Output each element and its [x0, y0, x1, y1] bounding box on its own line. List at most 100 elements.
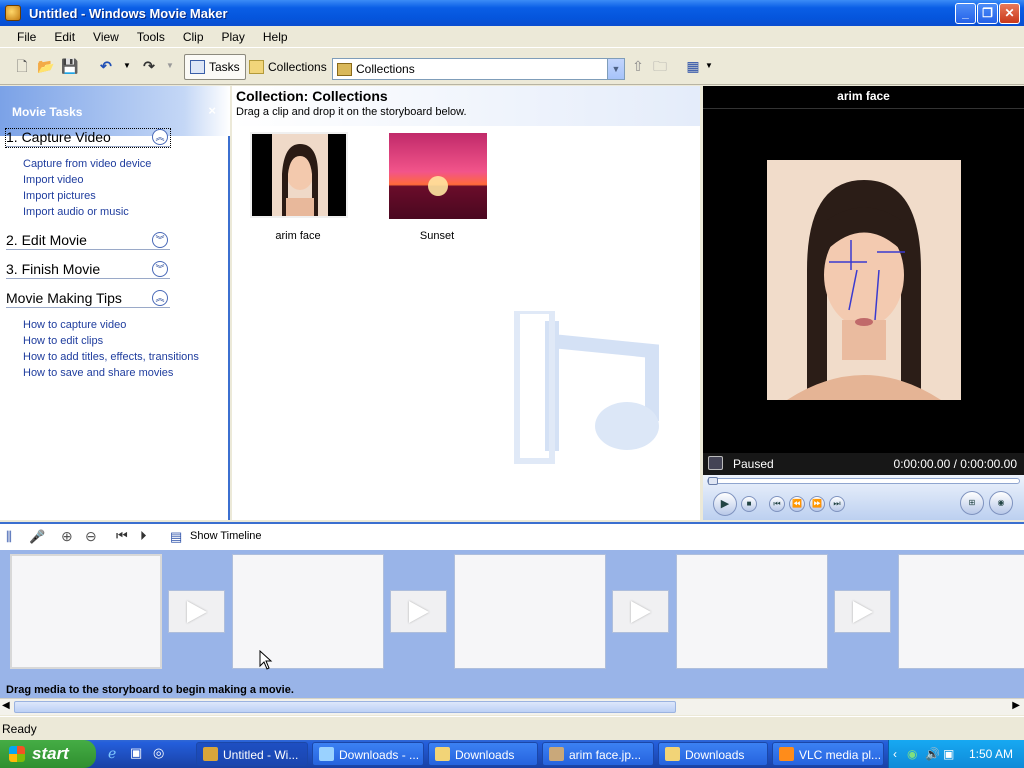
section-edit-movie[interactable]: 2. Edit Movie — [6, 232, 170, 250]
storyboard-slot[interactable] — [10, 554, 162, 669]
next-frame-icon[interactable]: ⏭ — [829, 496, 845, 512]
rewind-storyboard-icon[interactable]: ⏮ — [116, 528, 128, 544]
chevron-down-icon[interactable]: ︾ — [152, 232, 168, 248]
clip-thumbnail-sunset[interactable] — [389, 133, 487, 219]
menu-tools[interactable]: Tools — [128, 30, 174, 44]
rewind-icon[interactable]: ⏪ — [789, 496, 805, 512]
storyboard-scrollbar[interactable]: ◀ ▶ — [0, 698, 1024, 715]
menu-edit[interactable]: Edit — [45, 30, 84, 44]
link-how-capture[interactable]: How to capture video — [23, 319, 126, 331]
taskbar-item-movie-maker[interactable]: Untitled - Wi... — [196, 742, 308, 766]
split-clip-icon[interactable]: ⊞ — [960, 491, 984, 515]
image-viewer-icon — [549, 747, 564, 761]
scroll-left-icon[interactable]: ◀ — [2, 700, 10, 711]
face-photo-image — [272, 134, 328, 216]
menu-file[interactable]: File — [8, 30, 45, 44]
seek-thumb[interactable] — [708, 477, 718, 485]
transition-slot[interactable] — [168, 590, 225, 633]
save-project-icon[interactable]: 💾 — [61, 57, 79, 75]
show-timeline-button[interactable]: Show Timeline — [190, 530, 262, 542]
clip-caption: arim face — [275, 230, 321, 242]
link-capture-from-device[interactable]: Capture from video device — [23, 158, 151, 170]
sunset-photo-image — [428, 176, 448, 196]
chevron-up-icon[interactable]: ︽ — [152, 290, 168, 306]
section-capture-video[interactable]: 1. Capture Video — [5, 128, 171, 148]
transition-slot[interactable] — [834, 590, 891, 633]
transition-slot[interactable] — [390, 590, 447, 633]
set-audio-levels-icon[interactable]: ⫼ — [6, 529, 12, 545]
undo-icon[interactable]: ↶ — [97, 57, 115, 75]
up-one-level-icon[interactable]: ⇧ — [629, 57, 647, 75]
narrate-timeline-icon[interactable]: 🎤 — [29, 529, 45, 545]
open-project-icon[interactable]: 📂 — [37, 57, 55, 75]
tasks-button[interactable]: Tasks — [184, 54, 246, 80]
undo-dropdown-icon[interactable]: ▼ — [118, 57, 136, 75]
chevron-down-icon[interactable]: ▼ — [607, 59, 624, 79]
link-how-titles[interactable]: How to add titles, effects, transitions — [23, 351, 199, 363]
taskbar-item-downloads-folder-2[interactable]: Downloads — [658, 742, 768, 766]
storyboard-slot[interactable] — [232, 554, 384, 669]
transition-slot[interactable] — [612, 590, 669, 633]
task-label: Downloads — [455, 748, 515, 762]
folder-icon — [249, 60, 264, 74]
new-project-icon[interactable]: 🗋 — [13, 57, 31, 75]
monitor-icon[interactable] — [708, 456, 723, 470]
collection-heading: Collection: Collections — [236, 88, 388, 104]
seek-bar[interactable] — [707, 477, 1020, 485]
section-movie-making-tips[interactable]: Movie Making Tips — [6, 290, 170, 308]
menu-bar: File Edit View Tools Clip Play Help — [0, 26, 1024, 48]
views-dropdown-icon[interactable]: ▼ — [700, 57, 718, 75]
tray-expand-icon[interactable]: ‹ — [893, 740, 897, 768]
link-how-edit[interactable]: How to edit clips — [23, 335, 103, 347]
scroll-thumb[interactable] — [14, 701, 676, 713]
taskbar-item-arim-face[interactable]: arim face.jp... — [542, 742, 654, 766]
collection-subtitle: Drag a clip and drop it on the storyboar… — [236, 106, 467, 118]
media-player-icon[interactable]: ◎ — [153, 745, 164, 761]
storyboard-slot[interactable] — [898, 554, 1024, 669]
minimize-button[interactable]: _ — [955, 3, 976, 24]
redo-icon[interactable]: ↷ — [140, 57, 158, 75]
scroll-right-icon[interactable]: ▶ — [1012, 700, 1020, 711]
new-collection-folder-icon[interactable]: 🗀 — [651, 57, 669, 75]
link-how-save[interactable]: How to save and share movies — [23, 367, 173, 379]
internet-explorer-icon[interactable]: ℯ — [108, 745, 116, 762]
clock[interactable]: 1:50 AM — [969, 740, 1013, 768]
chevron-up-icon[interactable]: ︽ — [152, 129, 168, 145]
menu-play[interactable]: Play — [213, 30, 254, 44]
start-button[interactable]: start — [0, 740, 96, 768]
menu-clip[interactable]: Clip — [174, 30, 213, 44]
link-import-audio[interactable]: Import audio or music — [23, 206, 129, 218]
zoom-in-icon[interactable]: ⊕ — [61, 528, 73, 545]
taskbar-item-downloads-browser[interactable]: Downloads - ... — [312, 742, 424, 766]
menu-help[interactable]: Help — [254, 30, 297, 44]
play-icon[interactable]: ▶ — [713, 492, 737, 516]
close-pane-icon[interactable]: × — [208, 103, 216, 118]
stop-icon[interactable]: ■ — [741, 496, 757, 512]
maximize-button[interactable]: ❐ — [977, 3, 998, 24]
previous-frame-icon[interactable]: ⏮ — [769, 496, 785, 512]
taskbar-item-downloads-folder[interactable]: Downloads — [428, 742, 538, 766]
clip-thumbnail-arim-face[interactable] — [250, 132, 348, 218]
link-import-pictures[interactable]: Import pictures — [23, 190, 96, 202]
movie-maker-app-icon[interactable] — [5, 5, 21, 21]
play-storyboard-icon[interactable]: ⏵ — [140, 528, 147, 544]
redo-dropdown-icon[interactable]: ▼ — [161, 57, 179, 75]
network-tray-icon[interactable]: ◉ — [907, 740, 917, 768]
section-finish-movie[interactable]: 3. Finish Movie — [6, 261, 170, 279]
close-button[interactable]: ✕ — [999, 3, 1020, 24]
take-picture-icon[interactable]: ◉ — [989, 491, 1013, 515]
collections-dropdown[interactable]: Collections ▼ — [332, 58, 625, 80]
zoom-out-icon[interactable]: ⊖ — [85, 528, 97, 545]
menu-view[interactable]: View — [84, 30, 128, 44]
taskbar-item-vlc[interactable]: VLC media pl... — [772, 742, 884, 766]
preview-face-image — [767, 160, 961, 400]
volume-tray-icon[interactable]: 🔊 — [925, 740, 940, 768]
forward-icon[interactable]: ⏩ — [809, 496, 825, 512]
link-import-video[interactable]: Import video — [23, 174, 84, 186]
storyboard-slot[interactable] — [454, 554, 606, 669]
monitor-tray-icon[interactable]: ▣ — [943, 740, 954, 768]
chevron-down-icon[interactable]: ︾ — [152, 261, 168, 277]
storyboard-slot[interactable] — [676, 554, 828, 669]
collections-button[interactable]: Collections — [244, 54, 332, 80]
show-desktop-icon[interactable]: ▣ — [130, 745, 142, 761]
